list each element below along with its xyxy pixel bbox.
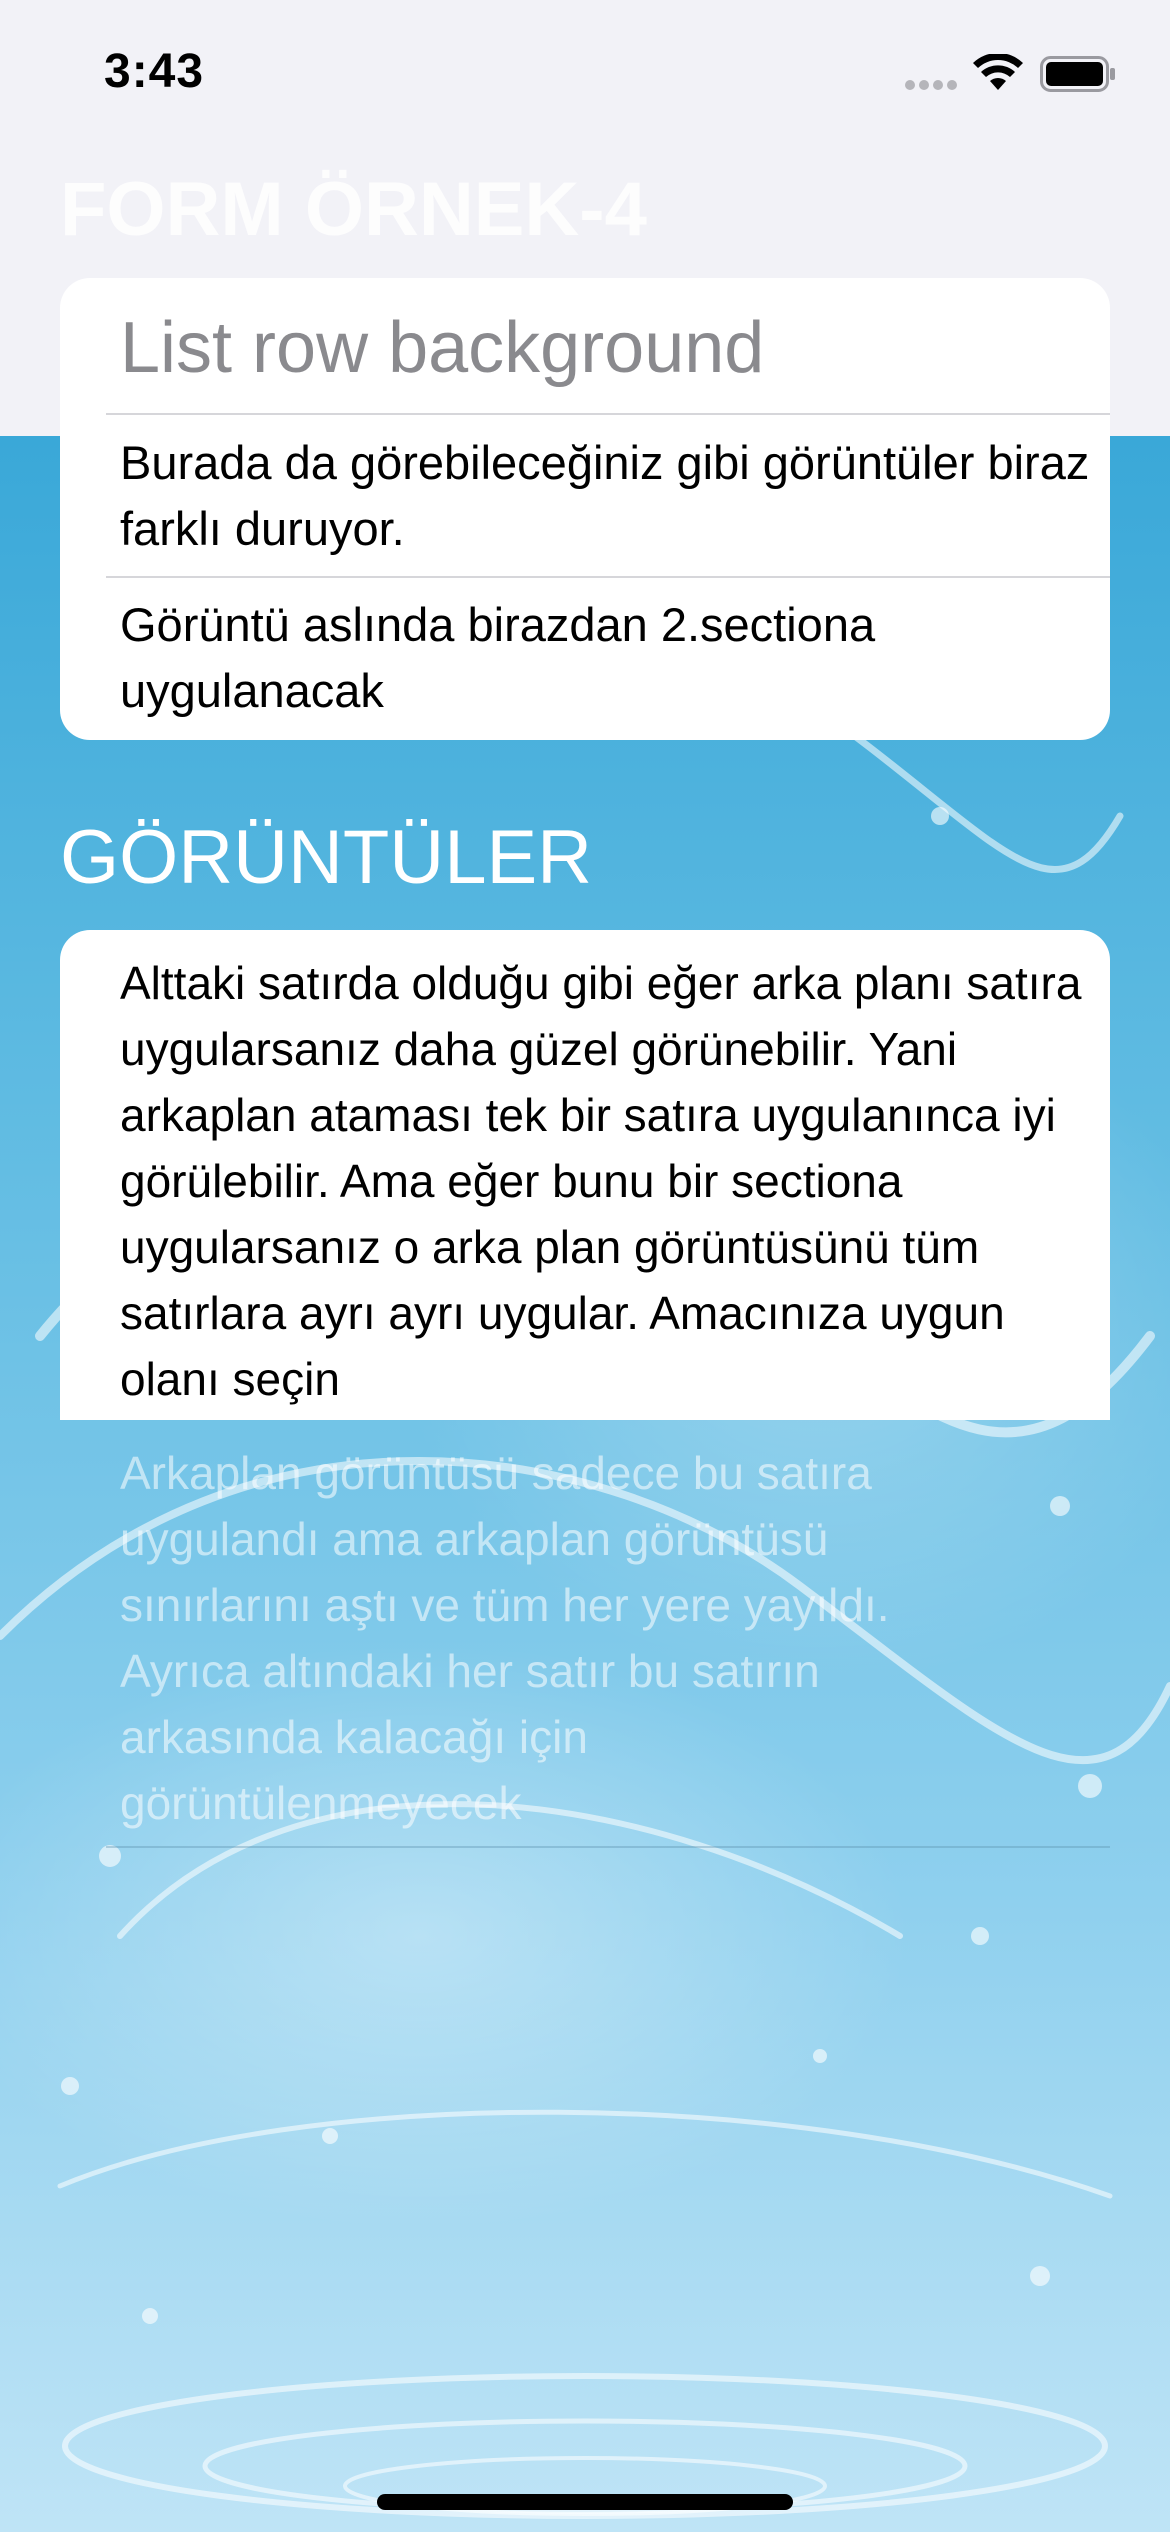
home-indicator[interactable] [377,2494,793,2510]
row-divider [106,413,1110,415]
list-row-text: Alttaki satırda olduğu gibi eğer arka pl… [120,957,1082,1405]
status-bar: 3:43 [0,0,1170,140]
section-2-card: Alttaki satırda olduğu gibi eğer arka pl… [60,930,1110,1420]
page-title: FORM ÖRNEK-4 [60,167,647,252]
row-divider [106,576,1110,578]
signal-icon [905,80,957,90]
list-row-text: Burada da görebileceğiniz gibi görüntüle… [120,436,1090,555]
row-divider [106,1846,1110,1848]
background-image-row-text: Arkaplan görüntüsü sadece bu satıra uygu… [120,1447,890,1829]
battery-icon [1040,56,1115,92]
wifi-icon [973,54,1023,90]
status-time: 3:43 [104,45,205,98]
section-header: GÖRÜNTÜLER [60,815,593,900]
list-row-text: Görüntü aslında birazdan 2.sectiona uygu… [120,598,876,717]
section-1-card: List row background Burada da görebilece… [60,278,1110,740]
list-row-title: List row background [120,308,765,388]
